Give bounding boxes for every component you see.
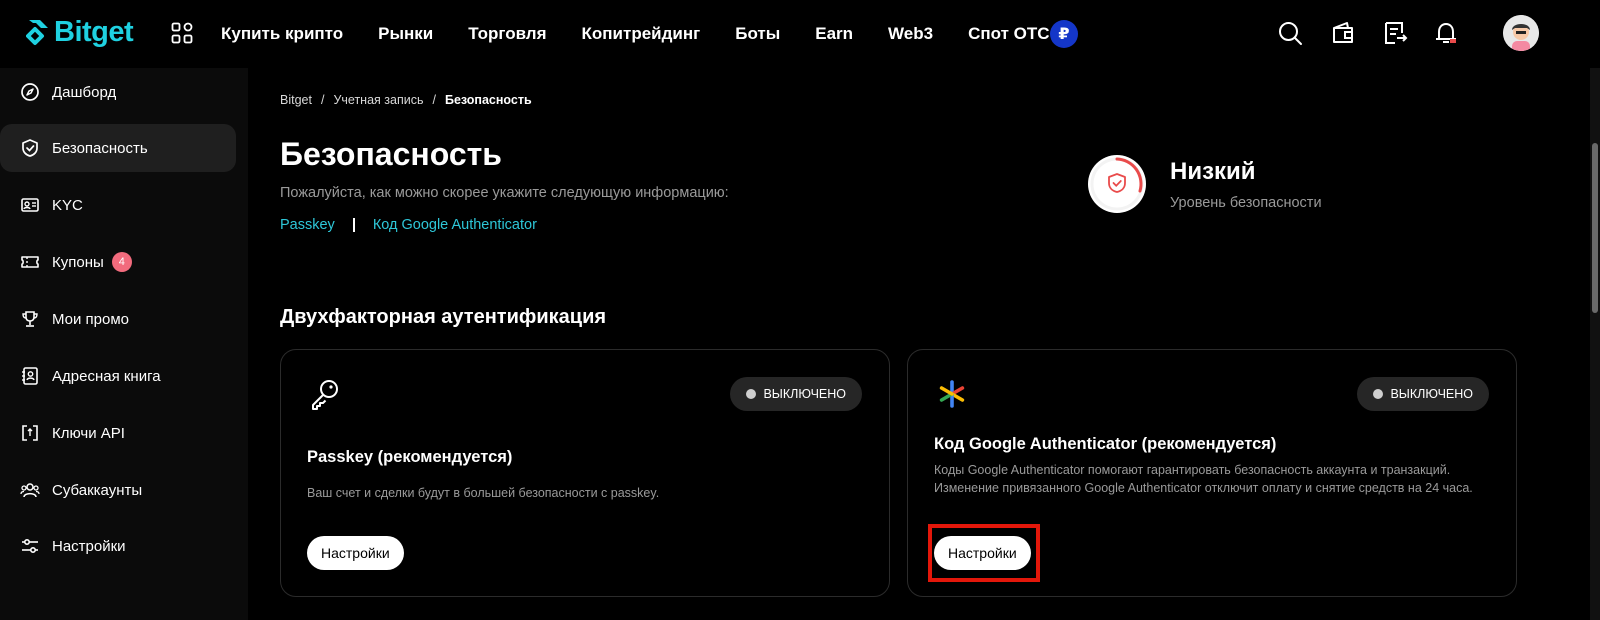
sidebar-item-settings[interactable]: Настройки [0, 522, 236, 570]
google-authenticator-card: ВЫКЛЮЧЕНО Код Google Authenticator (реко… [907, 349, 1517, 597]
google-authenticator-status-badge: ВЫКЛЮЧЕНО [1357, 377, 1489, 411]
sidebar-item-label: Мои промо [52, 310, 130, 328]
passkey-status-badge: ВЫКЛЮЧЕНО [730, 377, 862, 411]
passkey-link[interactable]: Passkey [280, 217, 335, 233]
ticket-icon [21, 256, 39, 268]
breadcrumb-security: Безопасность [444, 93, 532, 107]
nav-markets[interactable]: Рынки [378, 24, 433, 44]
avatar-icon [1503, 15, 1539, 51]
breadcrumb-bitget[interactable]: Bitget [280, 93, 312, 107]
sidebar-item-label: Ключи API [52, 424, 125, 442]
nav-trading[interactable]: Торговля [468, 24, 546, 44]
sidebar-item-dashboard[interactable]: Дашборд [0, 68, 236, 116]
breadcrumb-account[interactable]: Учетная запись [333, 93, 423, 107]
security-level-value: Низкий [1170, 158, 1256, 185]
sidebar-item-subaccounts[interactable]: Субаккаунты [0, 466, 236, 514]
page-subtitle: Пожалуйста, как можно скорее укажите сле… [280, 185, 729, 201]
sidebar-item-label: Безопасность [52, 139, 148, 157]
security-level-label: Уровень безопасности [1170, 195, 1322, 211]
sliders-icon [22, 538, 38, 554]
sidebar-item-label: Настройки [52, 537, 126, 555]
main-content: Bitget / Учетная запись / Безопасность Б… [248, 68, 1590, 620]
sidebar-item-security[interactable]: Безопасность [0, 124, 236, 172]
nav-buy-crypto[interactable]: Купить крипто [221, 24, 343, 44]
status-dot-icon [1373, 389, 1384, 399]
sidebar-item-label: Субаккаунты [52, 481, 143, 499]
google-authenticator-icon [939, 380, 965, 408]
sidebar-item-address-book[interactable]: Адресная книга [0, 352, 236, 400]
api-key-icon [22, 425, 38, 441]
scrollbar-thumb[interactable] [1592, 143, 1598, 313]
two-factor-section-title: Двухфакторная аутентификация [280, 306, 607, 328]
address-book-icon [22, 367, 38, 385]
link-divider [352, 218, 355, 232]
status-text: ВЫКЛЮЧЕНО [763, 387, 846, 401]
users-icon [20, 483, 40, 498]
bell-icon[interactable] [1433, 20, 1459, 46]
passkey-card-description: Ваш счет и сделки будут в большей безопа… [307, 486, 660, 500]
bitget-logo-icon [26, 20, 48, 45]
breadcrumb-separator: / [432, 93, 436, 107]
sidebar-item-label: KYC [52, 196, 83, 214]
avatar[interactable] [1503, 15, 1539, 51]
main-nav: Купить крипто Рынки Торговля Копитрейдин… [221, 0, 1085, 68]
status-text: ВЫКЛЮЧЕНО [1390, 387, 1473, 401]
search-icon[interactable] [1277, 20, 1303, 46]
sidebar-item-label: Адресная книга [52, 367, 161, 385]
google-authenticator-settings-button[interactable]: Настройки [934, 536, 1031, 570]
nav-earn[interactable]: Earn [815, 24, 853, 44]
passkey-card-title: Passkey (рекомендуется) [307, 448, 513, 466]
id-card-icon [21, 198, 39, 212]
nav-spot-otc[interactable]: Спот OTC [968, 24, 1049, 44]
wallet-icon[interactable] [1330, 20, 1356, 46]
google-authenticator-card-description: Коды Google Authenticator помогают гаран… [934, 463, 1473, 495]
security-level-shield-icon [1090, 157, 1144, 211]
breadcrumb-separator: / [320, 93, 325, 107]
shield-icon [22, 139, 38, 157]
sidebar: Дашборд Безопасность KYC Купоны 4 Мои пр… [0, 68, 248, 620]
top-navigation: Bitget Купить крипто Рынки Торговля Копи… [0, 0, 1600, 68]
google-authenticator-link[interactable]: Код Google Authenticator [373, 217, 537, 233]
passkey-settings-button[interactable]: Настройки [307, 536, 404, 570]
sidebar-item-api-keys[interactable]: Ключи API [0, 409, 236, 457]
status-dot-icon [746, 389, 757, 399]
apps-grid-icon[interactable] [171, 22, 193, 44]
nav-copy-trading[interactable]: Копитрейдинг [582, 24, 701, 44]
nav-bots[interactable]: Боты [735, 24, 780, 44]
compass-icon [21, 83, 39, 101]
orders-icon[interactable] [1382, 20, 1408, 46]
page-title: Безопасность [280, 136, 502, 172]
google-authenticator-card-title: Код Google Authenticator (рекомендуется) [934, 435, 1277, 453]
scrollbar[interactable] [1590, 68, 1600, 620]
coupons-count-badge: 4 [111, 252, 132, 272]
currency-ruble-button[interactable]: ₽ [1050, 20, 1078, 48]
logo-text: Bitget [54, 15, 134, 48]
sidebar-item-label: Купоны [52, 253, 104, 271]
trophy-icon [22, 311, 38, 327]
required-info-links: Passkey Код Google Authenticator [280, 217, 537, 233]
key-icon [312, 380, 338, 410]
security-level-indicator [1088, 155, 1146, 213]
sidebar-item-kyc[interactable]: KYC [0, 181, 236, 229]
passkey-card: ВЫКЛЮЧЕНО Passkey (рекомендуется) Ваш сч… [280, 349, 890, 597]
sidebar-item-my-promo[interactable]: Мои промо [0, 295, 236, 343]
breadcrumb: Bitget / Учетная запись / Безопасность [280, 93, 532, 107]
nav-web3[interactable]: Web3 [888, 24, 933, 44]
bitget-logo[interactable]: Bitget [26, 14, 134, 50]
sidebar-item-label: Дашборд [52, 83, 117, 101]
sidebar-item-coupons[interactable]: Купоны 4 [0, 238, 236, 286]
